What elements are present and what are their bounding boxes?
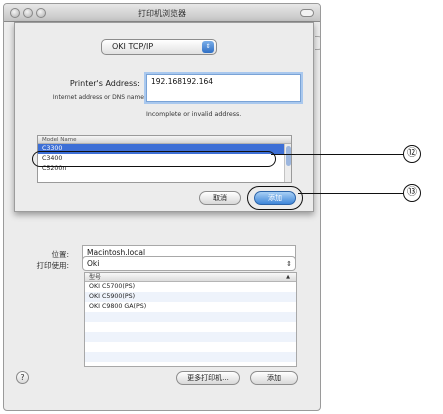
toolbar-toggle-button[interactable]	[300, 9, 314, 17]
address-validation-message: Incomplete or invalid address.	[146, 111, 242, 118]
model-row	[85, 312, 296, 322]
model-header-label: 型号	[89, 274, 102, 281]
sort-up-icon: ▲	[286, 274, 290, 280]
model-list[interactable]: 型号 ▲ OKI C5700(PS) OKI C5900(PS) OKI C98…	[84, 272, 297, 367]
callout-line-12	[271, 154, 403, 155]
protocol-select[interactable]: OKI TCP/IP ⇕	[101, 39, 217, 55]
popup-arrows-icon: ⇕	[286, 260, 292, 268]
printer-browser-window: 打印机浏览器 位置: Macintosh.local 打印使用: Oki ⇕ 型…	[3, 3, 321, 411]
more-printers-button[interactable]: 更多打印机...	[176, 371, 240, 385]
selection-highlight-ring	[32, 151, 276, 167]
model-row	[85, 352, 296, 362]
callout-line-13	[298, 193, 403, 194]
popup-arrows-icon: ⇕	[202, 41, 214, 53]
print-using-value: Oki	[87, 259, 100, 268]
model-row[interactable]: OKI C5900(PS)	[85, 292, 296, 302]
scrollbar-thumb[interactable]	[286, 146, 291, 166]
add-button-highlight-ring	[247, 186, 303, 210]
protocol-value: OKI TCP/IP	[112, 42, 154, 51]
location-label: 位置:	[51, 250, 69, 259]
printer-address-sublabel: Internet address or DNS name	[52, 94, 144, 101]
window-title: 打印机浏览器	[138, 9, 186, 18]
window-edge-control	[315, 36, 320, 50]
model-row	[85, 332, 296, 342]
callout-number-13: ⑬	[403, 184, 421, 202]
sheet-model-list-header[interactable]: Model Name	[38, 136, 291, 144]
add-printer-sheet: OKI TCP/IP ⇕ Printer's Address: Internet…	[14, 22, 314, 212]
model-row[interactable]: OKI C5700(PS)	[85, 282, 296, 292]
list-scrollbar[interactable]	[284, 144, 291, 182]
cancel-button[interactable]: 取消	[199, 191, 241, 205]
print-using-select[interactable]: Oki ⇕	[82, 256, 296, 271]
printer-address-input[interactable]: 192.168192.164	[146, 74, 301, 102]
add-printer-button[interactable]: 添加	[250, 371, 298, 385]
title-bar[interactable]: 打印机浏览器	[4, 4, 320, 22]
model-list-header[interactable]: 型号 ▲	[85, 273, 296, 282]
model-row	[85, 322, 296, 332]
model-row[interactable]: OKI C9800 GA(PS)	[85, 302, 296, 312]
print-using-label: 打印使用:	[36, 261, 69, 270]
printer-address-label: Printer's Address:	[69, 79, 140, 88]
model-row	[85, 342, 296, 352]
callout-number-12: ⑫	[403, 145, 421, 163]
help-button[interactable]: ?	[16, 371, 29, 384]
